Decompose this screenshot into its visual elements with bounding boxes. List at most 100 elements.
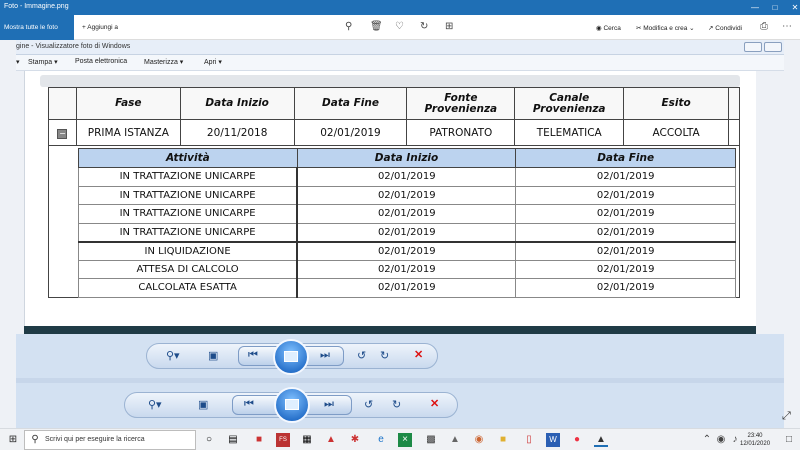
viewer-menu-bar: ▾ Stampa ▾ Posta elettronica Masterizza … [16,55,784,71]
previous-icon[interactable]: ⏮ [248,349,258,362]
table-row: IN TRATTAZIONE UNICARPE 02/01/2019 02/01/2… [78,222,736,242]
cell-fase: PRIMA ISTANZA [75,119,181,146]
crop-icon[interactable]: ⊞ [445,21,453,32]
search-icon: ⚲ [31,434,39,445]
menu-email[interactable]: Posta elettronica [75,58,127,65]
cell-data-fine: 02/01/2019 [515,240,736,261]
cell-data-fine: 02/01/2019 [515,259,736,279]
edit-create-button[interactable]: ✂ Modifica e crea ⌄ [636,24,695,32]
fit-window-icon[interactable]: ▣ [198,398,208,411]
table-row: IN TRATTAZIONE UNICARPE 02/01/2019 02/01/2… [78,185,736,205]
add-to-label: Aggiungi a [87,24,118,31]
cell-data-fine: 02/01/2019 [515,278,736,298]
explorer-icon[interactable]: ■ [496,433,510,447]
excel-icon[interactable]: × [398,433,412,447]
app-icon-2[interactable]: ✱ [348,433,362,447]
tray-chevron-icon[interactable]: ⌃ [700,433,714,447]
paint-icon[interactable]: ◉ [472,433,486,447]
close-icon[interactable]: ✕ [780,0,800,15]
header-fase: Fase [75,87,181,120]
cell-data-inizio: 02/01/2019 [296,278,517,298]
rotate-left-icon[interactable]: ↺ [364,398,373,411]
menu-open[interactable]: Apri ▾ [204,58,222,66]
share-button[interactable]: ↗ Condividi [708,24,742,32]
task-view-icon[interactable]: ▤ [226,433,240,447]
expander-cell[interactable]: − [48,119,77,146]
rotate-right-icon[interactable]: ↻ [380,349,389,362]
cortana-icon[interactable]: ○ [202,433,216,447]
menu-burn-label: Masterizza [144,59,178,66]
cell-esito: ACCOLTA [623,119,729,146]
rotate-right-icon[interactable]: ↻ [392,398,401,411]
search-label: Cerca [603,25,621,32]
menu-print[interactable]: Stampa ▾ [28,58,58,66]
table-row: IN TRATTAZIONE UNICARPE 02/01/2019 02/01/2… [78,204,736,224]
delete-icon[interactable]: ✕ [430,397,439,410]
taskbar-search-input[interactable]: ⚲ Scrivi qui per eseguire la ricerca [24,430,196,450]
app-red-icon[interactable]: ■ [252,433,266,447]
header-blank [48,87,77,120]
image-bottom-band [24,326,756,334]
app-icon[interactable]: ▲ [324,433,338,447]
table-row: − PRIMA ISTANZA 20/11/2018 02/01/2019 PA… [48,119,741,146]
menu-print-label: Stampa [28,59,53,66]
previous-icon[interactable]: ⏮ [244,398,254,411]
photos-icon[interactable]: ▲ [594,433,608,447]
viewer-restore-icon[interactable] [764,42,782,52]
delete-icon[interactable]: 🗑 [370,21,383,32]
word-icon[interactable]: W [546,433,560,447]
fit-window-icon[interactable]: ▣ [208,349,218,362]
header-attivita: Attività [78,148,298,168]
app-icon-3[interactable]: ▩ [424,433,438,447]
cell-data-fine: 02/01/2019 [515,222,736,242]
menu-burn[interactable]: Masterizza ▾ [144,58,183,66]
search-button[interactable]: ◉ Cerca [596,24,621,32]
rotate-icon[interactable]: ↻ [420,21,428,32]
next-icon[interactable]: ⏭ [320,349,330,362]
delete-icon[interactable]: ✕ [414,348,423,361]
cell-data-fine: 02/01/2019 [515,204,736,224]
cell-data-inizio: 02/01/2019 [296,222,517,242]
slideshow-button[interactable] [274,387,310,423]
activity-table: Attività Data Inizio Data Fine IN TRATTA… [78,148,736,298]
zoom-icon[interactable]: ⚲▾ [166,349,180,362]
collapse-icon[interactable]: − [57,128,68,139]
photos-title-bar: Foto - Immagine.png — □ ✕ [0,0,800,15]
print-icon[interactable]: ⎙ [760,21,768,32]
menu-open-label: Apri [204,59,217,66]
next-icon[interactable]: ⏭ [324,398,334,411]
cell-tail [727,119,741,146]
table-row: IN TRATTAZIONE UNICARPE 02/01/2019 02/01/2… [78,167,736,187]
favorite-icon[interactable]: ♡ [395,21,404,32]
main-table: Fase Data Inizio Data Fine Fonte Proveni… [48,87,741,146]
header-data-fine: Data Fine [293,87,408,120]
activity-header-row: Attività Data Inizio Data Fine [78,148,736,168]
resize-icon[interactable]: ⤢ [782,410,791,423]
table-row: CALCOLATA ESATTA 02/01/2019 02/01/2019 [78,278,736,298]
more-icon[interactable]: ⋯ [782,21,792,32]
rotate-left-icon[interactable]: ↺ [357,349,366,362]
cell-fonte: PATRONATO [406,119,516,146]
windows-start-icon[interactable]: ⊞ [6,433,20,447]
cell-data-inizio: 02/01/2019 [296,204,517,224]
pdf-icon[interactable]: ▯ [522,433,536,447]
slideshow-button[interactable] [273,339,309,375]
zoom-icon[interactable]: ⚲▾ [148,398,162,411]
show-all-photos-button[interactable]: Mostra tutte le foto [0,15,74,40]
notifications-icon[interactable]: □ [782,433,796,447]
calculator-icon[interactable]: ▦ [300,433,314,447]
viewer-minimize-icon[interactable] [744,42,762,52]
add-to-button[interactable]: + Aggiungi a [82,24,118,31]
wifi-icon[interactable]: ◉ [714,433,728,447]
app-icon-4[interactable]: ▲ [448,433,462,447]
taskbar-clock[interactable]: 23:40 12/01/2020 [740,432,770,448]
cell-attivita: ATTESA DI CALCOLO [78,259,299,279]
cell-data-inizio: 02/01/2019 [296,185,517,205]
clock-time: 23:40 [747,433,763,439]
zoom-icon[interactable]: ⚲ [345,21,352,32]
table-row: IN LIQUIDAZIONE 02/01/2019 02/01/2019 [78,240,736,261]
edge-icon[interactable]: e [374,433,388,447]
chrome-icon[interactable]: ● [570,433,584,447]
header-sub-data-inizio: Data Inizio [296,148,517,168]
fs-app-icon[interactable]: FS [276,433,290,447]
